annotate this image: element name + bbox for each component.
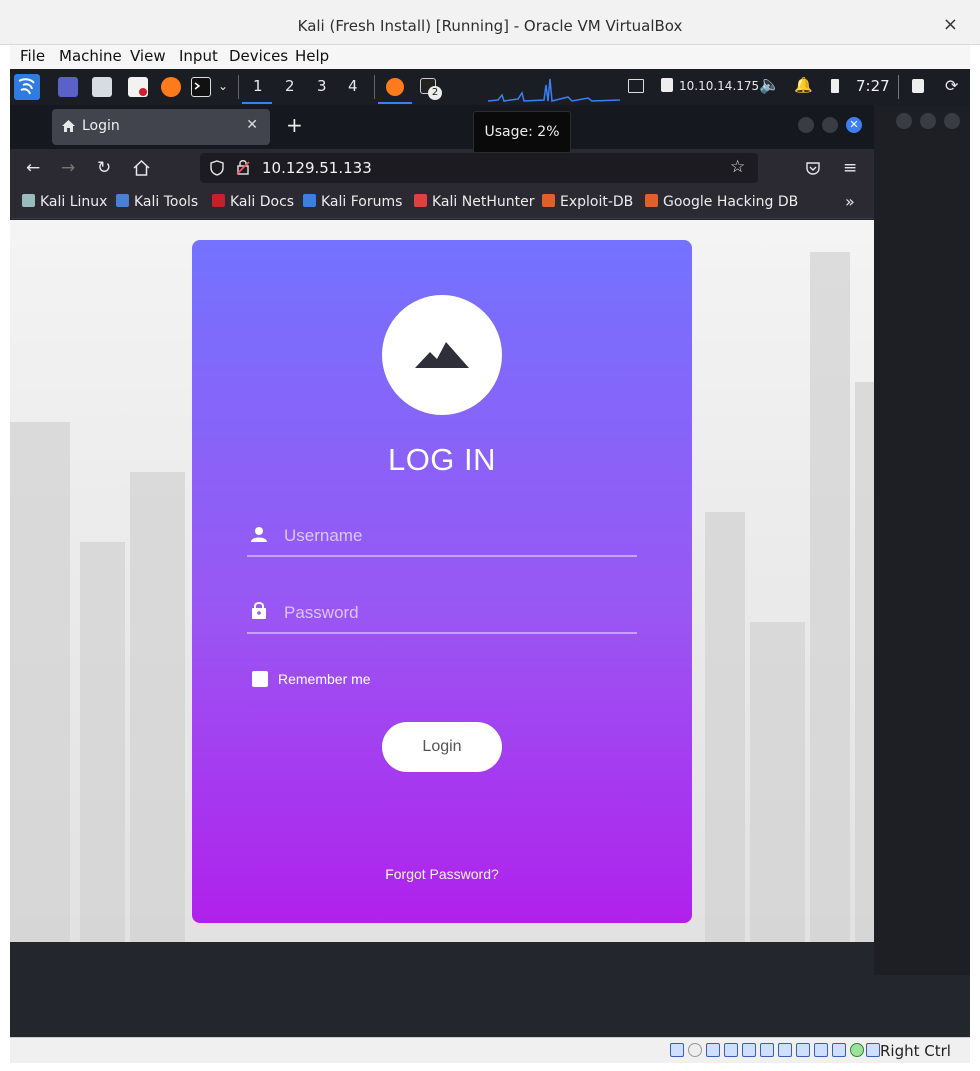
login-card: LOG IN Remember me Login Forgot Password… — [192, 240, 692, 923]
bookmark-kali-docs[interactable]: Kali Docs — [212, 194, 294, 210]
password-input[interactable] — [284, 598, 624, 628]
ip-address: 10.10.14.175 — [679, 79, 760, 93]
optical-drive-icon[interactable] — [688, 1043, 702, 1057]
new-tab-button[interactable]: + — [286, 113, 303, 137]
text-editor-icon[interactable] — [128, 77, 148, 97]
guest-additions-icon[interactable] — [832, 1043, 846, 1057]
insecure-lock-icon[interactable] — [236, 159, 250, 176]
shared-folders-icon[interactable] — [760, 1043, 774, 1057]
workspace-3[interactable]: 3 — [317, 77, 327, 95]
file-manager-icon[interactable] — [92, 77, 112, 97]
minimize-button[interactable] — [798, 117, 814, 133]
menu-file[interactable]: File — [20, 47, 45, 65]
bookmark-kali-forums[interactable]: Kali Forums — [303, 194, 402, 210]
hard-disk-icon[interactable] — [670, 1043, 684, 1057]
window-title: Kali (Fresh Install) [Running] - Oracle … — [297, 17, 683, 35]
menu-devices[interactable]: Devices — [229, 47, 288, 65]
virtualbox-menubar: File Machine View Input Devices Help — [10, 45, 970, 69]
virtualbox-titlebar: Kali (Fresh Install) [Running] - Oracle … — [0, 0, 980, 45]
bookmark-exploit-db[interactable]: Exploit-DB — [542, 194, 633, 210]
workspace-1[interactable]: 1 — [253, 77, 263, 95]
remember-me-checkbox[interactable] — [252, 671, 268, 687]
display-icon[interactable] — [778, 1043, 792, 1057]
active-workspace-indicator — [242, 102, 272, 104]
terminal-icon[interactable] — [191, 77, 211, 97]
maximize-button[interactable] — [822, 117, 838, 133]
bookmark-google-hacking-db[interactable]: Google Hacking DB — [645, 194, 798, 210]
username-field — [247, 517, 637, 557]
battery-icon[interactable] — [831, 79, 839, 93]
menu-input[interactable]: Input — [179, 47, 218, 65]
lock-ip-icon — [661, 78, 673, 92]
background-window — [874, 105, 970, 975]
network-adapter-icon[interactable] — [724, 1043, 738, 1057]
guest-display: ⌄ 1 2 3 4 2 10.10.14.175 🔈 🔔 7:27 ⟳ Logi… — [10, 69, 970, 1037]
bookmark-kali-nethunter[interactable]: Kali NetHunter — [414, 194, 534, 210]
kali-dragon-icon[interactable] — [14, 74, 40, 100]
mouse-integration-icon[interactable] — [850, 1043, 864, 1057]
vt-x-icon[interactable] — [814, 1043, 828, 1057]
bookmarks-toolbar: Kali Linux Kali Tools Kali Docs Kali For… — [10, 187, 874, 219]
browser-close-button[interactable]: ✕ — [846, 117, 862, 133]
forward-icon[interactable]: → — [61, 159, 75, 177]
kali-top-panel: ⌄ 1 2 3 4 2 10.10.14.175 🔈 🔔 7:27 ⟳ — [10, 69, 970, 105]
volume-icon[interactable]: 🔈 — [759, 75, 780, 95]
host-key-label: Right Ctrl — [880, 1042, 951, 1060]
tab-login[interactable]: Login ✕ — [52, 109, 270, 145]
browser-tab-strip: Login ✕ + ✕ — [10, 105, 874, 149]
menu-help[interactable]: Help — [295, 47, 329, 65]
power-icon[interactable]: ⟳ — [945, 76, 958, 95]
bookmarks-overflow-icon[interactable]: » — [845, 192, 855, 211]
menu-machine[interactable]: Machine — [59, 47, 122, 65]
address-bar[interactable]: 10.129.51.133 ☆ — [200, 153, 758, 183]
clock[interactable]: 7:27 — [856, 77, 890, 95]
bookmark-kali-tools[interactable]: Kali Tools — [116, 194, 198, 210]
url-text[interactable]: 10.129.51.133 — [262, 159, 372, 177]
tab-label: Login — [82, 118, 120, 134]
home-icon[interactable] — [133, 160, 150, 176]
pocket-icon[interactable] — [805, 160, 821, 176]
login-page: LOG IN Remember me Login Forgot Password… — [10, 220, 874, 942]
virtualbox-statusbar: Right Ctrl — [10, 1037, 970, 1063]
bookmark-kali-linux[interactable]: Kali Linux — [22, 194, 107, 210]
keyboard-capture-icon[interactable] — [866, 1043, 880, 1057]
mountain-logo-icon — [382, 295, 502, 415]
menu-view[interactable]: View — [130, 47, 166, 65]
back-icon[interactable]: ← — [26, 159, 40, 177]
recording-icon[interactable] — [796, 1043, 810, 1057]
desktop-icon[interactable] — [58, 77, 78, 97]
workspace-2[interactable]: 2 — [285, 77, 295, 95]
window-close-button[interactable]: × — [943, 14, 958, 35]
cpu-usage-tooltip: Usage: 2% — [473, 111, 571, 153]
chevron-down-icon[interactable]: ⌄ — [218, 79, 228, 93]
terminal-count-badge: 2 — [428, 86, 442, 100]
forgot-password-link[interactable]: Forgot Password? — [192, 866, 692, 882]
bell-icon[interactable]: 🔔 — [794, 76, 813, 94]
reload-icon[interactable]: ↻ — [97, 159, 111, 177]
active-task-indicator — [378, 102, 412, 104]
workspace-4[interactable]: 4 — [348, 77, 358, 95]
password-field — [247, 594, 637, 634]
shield-icon[interactable] — [210, 160, 224, 176]
login-title: LOG IN — [387, 442, 497, 477]
tab-close-icon[interactable]: ✕ — [246, 117, 258, 133]
usb-icon[interactable] — [742, 1043, 756, 1057]
cpu-graph-icon — [488, 78, 620, 102]
firefox-task-icon[interactable] — [386, 78, 404, 96]
remember-me-label[interactable]: Remember me — [278, 671, 371, 687]
browser-navbar: ← → ↻ 10.129.51.133 ☆ ≡ — [10, 149, 874, 187]
padlock-icon — [252, 602, 266, 619]
bookmark-star-icon[interactable]: ☆ — [730, 158, 745, 176]
username-input[interactable] — [284, 521, 624, 551]
lock-icon[interactable] — [912, 79, 924, 93]
user-icon — [251, 527, 267, 542]
firefox-icon[interactable] — [161, 77, 181, 97]
home-tab-icon — [62, 120, 75, 132]
login-button[interactable]: Login — [382, 722, 502, 772]
hamburger-menu-icon[interactable]: ≡ — [843, 159, 857, 177]
network-icon[interactable] — [628, 79, 644, 93]
audio-icon[interactable] — [706, 1043, 720, 1057]
